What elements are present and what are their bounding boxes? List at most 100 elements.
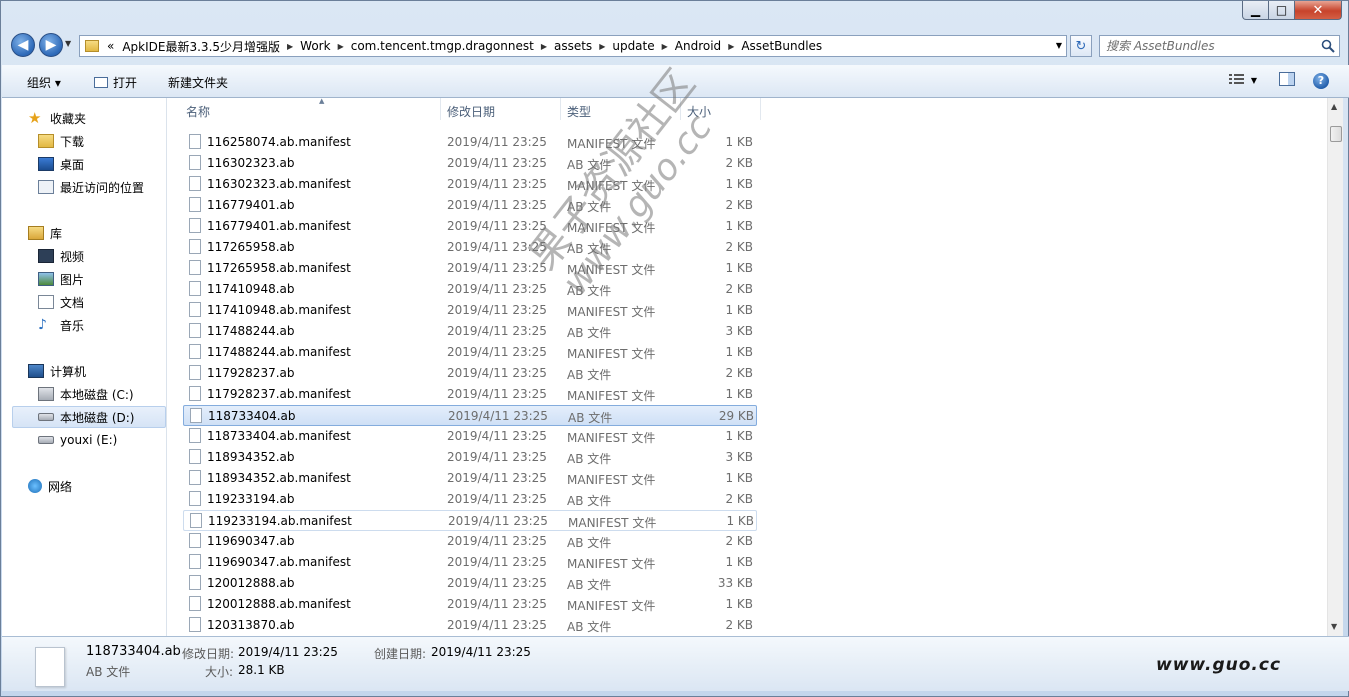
file-row[interactable]: 117410948.ab 2019/4/11 23:25 AB 文件 2 KB xyxy=(183,279,757,300)
file-row[interactable]: 119233194.ab.manifest 2019/4/11 23:25 MANI… xyxy=(183,510,757,531)
file-date: 2019/4/11 23:25 xyxy=(447,387,547,401)
documents-icon xyxy=(38,295,54,309)
file-name: 117265958.ab xyxy=(207,240,295,254)
breadcrumb-separator-icon[interactable]: ▶ xyxy=(335,42,347,51)
file-row[interactable]: 116779401.ab 2019/4/11 23:25 AB 文件 2 KB xyxy=(183,195,757,216)
breadcrumb-item[interactable]: assets xyxy=(550,39,596,53)
nav-item-drive-e[interactable]: youxi (E:) xyxy=(38,430,117,450)
back-button[interactable]: ◀ xyxy=(11,33,35,57)
search-input[interactable] xyxy=(1106,38,1316,54)
view-options-icon[interactable] xyxy=(1228,73,1245,88)
file-row[interactable]: 117488244.ab 2019/4/11 23:25 AB 文件 3 KB xyxy=(183,321,757,342)
file-size: 1 KB xyxy=(726,514,754,528)
nav-network[interactable]: 网络 xyxy=(28,476,72,496)
file-row[interactable]: 120012888.ab 2019/4/11 23:25 AB 文件 33 KB xyxy=(183,573,757,594)
file-row[interactable]: 120012888.ab.manifest 2019/4/11 23:25 MANI… xyxy=(183,594,757,615)
address-dropdown-icon[interactable]: ▼ xyxy=(1056,41,1062,50)
file-name: 117488244.ab.manifest xyxy=(207,345,351,359)
nav-item-music[interactable]: ♪ 音乐 xyxy=(38,315,84,335)
file-type: MANIFEST 文件 xyxy=(567,221,656,235)
open-icon xyxy=(94,77,108,88)
nav-item-drive-c[interactable]: 本地磁盘 (C:) xyxy=(38,384,134,404)
file-row[interactable]: 117488244.ab.manifest 2019/4/11 23:25 MANI… xyxy=(183,342,757,363)
recent-pages-dropdown[interactable]: ▼ xyxy=(65,39,75,51)
file-row[interactable]: 116258074.ab.manifest 2019/4/11 23:25 MANI… xyxy=(183,132,757,153)
nav-item-desktop[interactable]: 桌面 xyxy=(38,154,84,174)
help-icon[interactable]: ? xyxy=(1313,72,1329,89)
breadcrumb-separator-icon[interactable]: ▶ xyxy=(284,42,296,51)
breadcrumb-item[interactable]: update xyxy=(608,39,658,53)
close-button[interactable]: ✕ xyxy=(1295,1,1342,20)
recent-places-icon xyxy=(38,180,54,194)
file-row[interactable]: 116302323.ab.manifest 2019/4/11 23:25 MANI… xyxy=(183,174,757,195)
nav-item-pictures[interactable]: 图片 xyxy=(38,269,84,289)
file-row[interactable]: 118733404.ab.manifest 2019/4/11 23:25 MANI… xyxy=(183,426,757,447)
file-row[interactable]: 120313870.ab 2019/4/11 23:25 AB 文件 2 KB xyxy=(183,615,757,636)
file-type: MANIFEST 文件 xyxy=(567,431,656,445)
open-button[interactable]: 打开 xyxy=(94,74,137,91)
file-icon xyxy=(35,647,65,687)
file-row[interactable]: 119690347.ab.manifest 2019/4/11 23:25 MANI… xyxy=(183,552,757,573)
scroll-up-icon[interactable]: ▲ xyxy=(1331,102,1337,111)
breadcrumb-item[interactable]: ApkIDE最新3.3.5少月增强版 xyxy=(118,38,284,55)
address-bar[interactable]: « ApkIDE最新3.3.5少月增强版 ▶ Work ▶ com.tencen… xyxy=(79,35,1067,57)
minimize-button[interactable]: ▁ xyxy=(1242,1,1269,20)
vertical-scrollbar[interactable]: ▲ ▼ xyxy=(1327,98,1343,636)
file-row[interactable]: 119233194.ab 2019/4/11 23:25 AB 文件 2 KB xyxy=(183,489,757,510)
new-folder-button[interactable]: 新建文件夹 xyxy=(168,74,228,91)
file-row[interactable]: 119690347.ab 2019/4/11 23:25 AB 文件 2 KB xyxy=(183,531,757,552)
breadcrumb-overflow[interactable]: « xyxy=(103,39,118,53)
breadcrumb-item[interactable]: com.tencent.tmgp.dragonnest xyxy=(347,39,538,53)
nav-favorites[interactable]: ★ 收藏夹 xyxy=(28,108,86,128)
file-icon xyxy=(189,134,201,149)
file-type: MANIFEST 文件 xyxy=(567,347,656,361)
nav-label: 桌面 xyxy=(60,157,85,172)
breadcrumb-item[interactable]: Work xyxy=(296,39,334,53)
file-row[interactable]: 116779401.ab.manifest 2019/4/11 23:25 MANI… xyxy=(183,216,757,237)
nav-item-videos[interactable]: 视频 xyxy=(38,246,84,266)
file-icon xyxy=(189,218,201,233)
organize-button[interactable]: 组织 ▾ xyxy=(27,74,61,91)
file-row[interactable]: 117928237.ab 2019/4/11 23:25 AB 文件 2 KB xyxy=(183,363,757,384)
scroll-down-icon[interactable]: ▼ xyxy=(1331,622,1337,631)
file-icon xyxy=(189,197,201,212)
file-icon xyxy=(189,365,201,380)
nav-libraries[interactable]: 库 xyxy=(28,223,62,243)
file-type: AB 文件 xyxy=(567,452,612,466)
file-name: 120313870.ab xyxy=(207,618,295,632)
file-name: 117928237.ab xyxy=(207,366,295,380)
file-icon xyxy=(189,554,201,569)
system-drive-icon xyxy=(38,387,54,401)
search-icon[interactable] xyxy=(1321,39,1335,53)
refresh-button[interactable]: ↻ xyxy=(1070,35,1092,57)
maximize-button[interactable]: □ xyxy=(1269,1,1295,20)
file-row[interactable]: 118733404.ab 2019/4/11 23:25 AB 文件 29 KB xyxy=(183,405,757,426)
file-row[interactable]: 117410948.ab.manifest 2019/4/11 23:25 MANI… xyxy=(183,300,757,321)
search-box[interactable] xyxy=(1099,35,1340,57)
breadcrumb-separator-icon[interactable]: ▶ xyxy=(725,42,737,51)
file-row[interactable]: 118934352.ab 2019/4/11 23:25 AB 文件 3 KB xyxy=(183,447,757,468)
breadcrumb-item[interactable]: Android xyxy=(671,39,725,53)
breadcrumb-item[interactable]: AssetBundles xyxy=(737,39,826,53)
file-row[interactable]: 117265958.ab.manifest 2019/4/11 23:25 MANI… xyxy=(183,258,757,279)
preview-pane-icon[interactable] xyxy=(1279,72,1295,89)
file-type: AB 文件 xyxy=(568,411,613,425)
nav-item-recent-places[interactable]: 最近访问的位置 xyxy=(38,177,144,197)
view-dropdown-icon[interactable]: ▼ xyxy=(1251,76,1257,85)
breadcrumb-separator-icon[interactable]: ▶ xyxy=(659,42,671,51)
nav-item-drive-d[interactable]: 本地磁盘 (D:) xyxy=(38,407,134,427)
breadcrumb-separator-icon[interactable]: ▶ xyxy=(538,42,550,51)
file-row[interactable]: 117265958.ab 2019/4/11 23:25 AB 文件 2 KB xyxy=(183,237,757,258)
nav-computer[interactable]: 计算机 xyxy=(28,361,86,381)
scroll-thumb[interactable] xyxy=(1330,126,1342,142)
nav-item-documents[interactable]: 文档 xyxy=(38,292,84,312)
open-label: 打开 xyxy=(113,76,138,90)
file-row[interactable]: 116302323.ab 2019/4/11 23:25 AB 文件 2 KB xyxy=(183,153,757,174)
file-type: MANIFEST 文件 xyxy=(567,305,656,319)
file-row[interactable]: 117928237.ab.manifest 2019/4/11 23:25 MANI… xyxy=(183,384,757,405)
file-row[interactable]: 118934352.ab.manifest 2019/4/11 23:25 MANI… xyxy=(183,468,757,489)
forward-button[interactable]: ▶ xyxy=(39,33,63,57)
nav-item-downloads[interactable]: 下载 xyxy=(38,131,84,151)
file-icon xyxy=(189,344,201,359)
breadcrumb-separator-icon[interactable]: ▶ xyxy=(596,42,608,51)
